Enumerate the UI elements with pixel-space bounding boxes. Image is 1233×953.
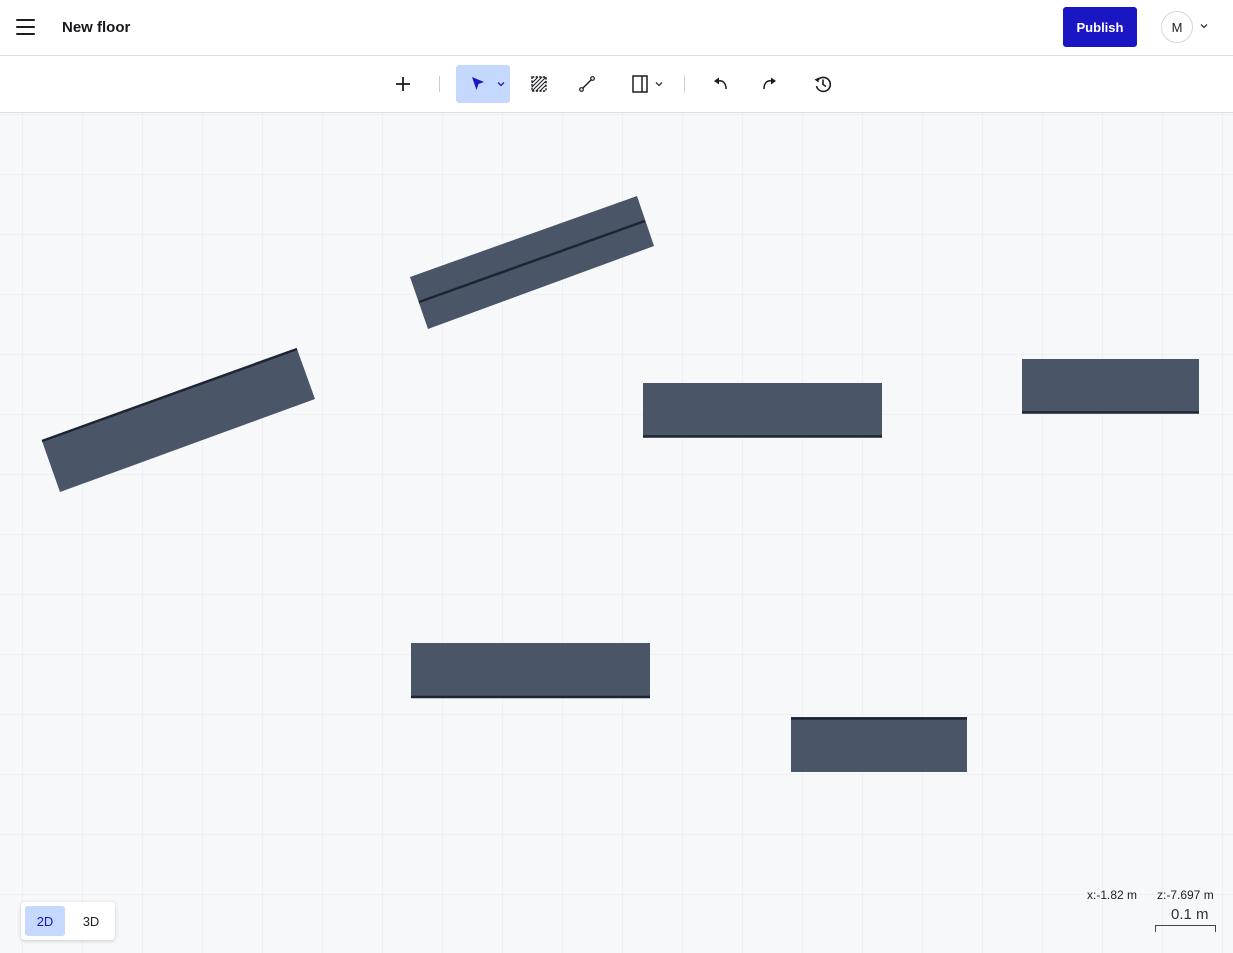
line-segment-icon: [579, 76, 595, 92]
redo-tool-button[interactable]: [756, 65, 782, 103]
wall-segment[interactable]: [411, 643, 650, 699]
z-coordinate-readout: z:-7.697 m: [1157, 888, 1214, 902]
add-tool-button[interactable]: [390, 65, 416, 103]
publish-button[interactable]: Publish: [1063, 7, 1137, 47]
3d-view-button[interactable]: 3D: [71, 906, 111, 936]
hamburger-menu-icon[interactable]: [12, 14, 40, 40]
x-coordinate-readout: x:-1.82 m: [1087, 888, 1138, 902]
redo-icon: [763, 77, 776, 90]
line-tool-button[interactable]: [574, 65, 600, 103]
door-tool-button[interactable]: [624, 65, 666, 103]
chevron-down-icon: [497, 82, 505, 87]
history-icon: [814, 76, 832, 93]
chevron-down-icon[interactable]: [1198, 20, 1210, 32]
wall-segment[interactable]: [791, 717, 967, 772]
area-tool-button[interactable]: [526, 65, 552, 103]
toolbar-divider: [439, 76, 440, 92]
hatched-area-icon: [531, 76, 547, 92]
scale-label: 0.1 m: [1171, 906, 1209, 923]
wall-segment[interactable]: [643, 383, 882, 438]
avatar[interactable]: M: [1161, 11, 1193, 43]
door-icon: [632, 75, 648, 93]
cursor-arrow-icon: [472, 77, 484, 90]
select-tool-button[interactable]: [456, 65, 510, 103]
top-header: New floor Publish M: [0, 0, 1233, 56]
2d-view-button[interactable]: 2D: [25, 906, 65, 936]
drawing-toolbar: [0, 56, 1233, 113]
undo-icon: [714, 77, 727, 90]
page-title: New floor: [62, 19, 131, 36]
chevron-down-icon: [655, 82, 663, 87]
view-mode-toggle: 2D 3D: [21, 902, 115, 940]
floor-plan-canvas[interactable]: [0, 113, 1233, 953]
wall-segment[interactable]: [1022, 359, 1199, 414]
plus-icon: [396, 77, 410, 91]
toolbar-divider: [684, 76, 685, 92]
undo-tool-button[interactable]: [708, 65, 734, 103]
history-tool-button[interactable]: [809, 65, 837, 103]
scale-bar: [1155, 925, 1216, 932]
